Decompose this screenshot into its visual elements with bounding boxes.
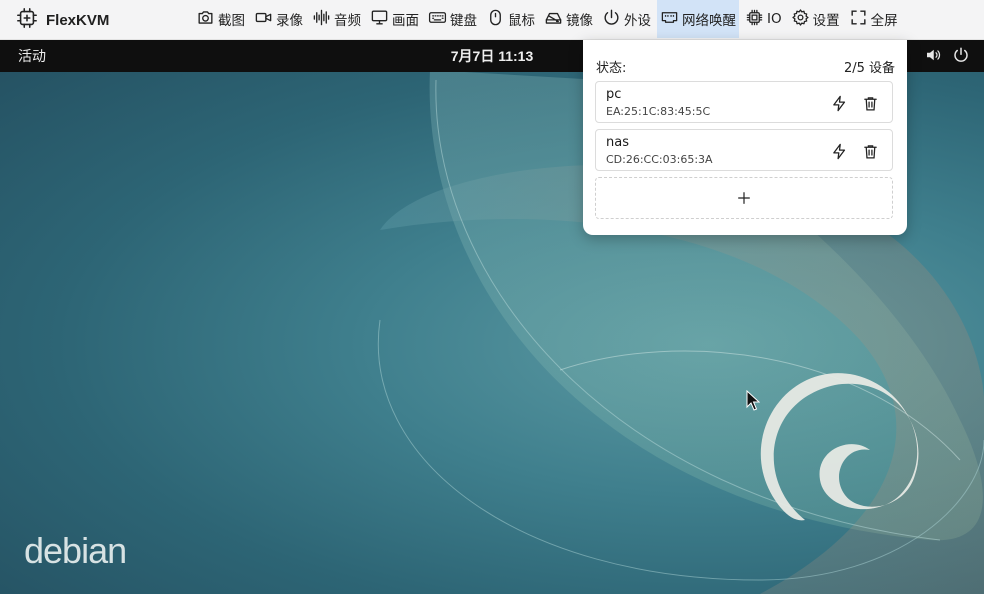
menu-record[interactable]: 录像: [251, 0, 306, 38]
keyboard-icon: [428, 8, 450, 31]
delete-button[interactable]: [860, 93, 880, 113]
menu-fullscreen[interactable]: 全屏: [846, 0, 901, 38]
device-mac: CD:26:CC:03:65:3A: [606, 153, 713, 166]
disk-drive-icon: [544, 8, 566, 31]
menu-label: 网络唤醒: [682, 13, 736, 29]
mouse-icon: [486, 8, 508, 31]
add-device-button[interactable]: [595, 177, 893, 219]
menu-label: 外设: [624, 13, 651, 29]
menu-settings[interactable]: 设置: [788, 0, 843, 38]
debian-logo-text: debian: [24, 530, 127, 571]
menu-label: 鼠标: [508, 13, 535, 29]
volume-icon[interactable]: [914, 46, 942, 67]
menu-io[interactable]: IO: [742, 0, 785, 38]
plus-icon: [738, 192, 750, 204]
device-card: nas CD:26:CC:03:65:3A: [595, 129, 893, 171]
menu-label: 画面: [392, 13, 419, 29]
wake-button[interactable]: [829, 93, 849, 113]
menu-label: 音频: [334, 13, 361, 29]
menu-image[interactable]: 镜像: [541, 0, 596, 38]
power-menu-icon[interactable]: [942, 46, 970, 67]
device-count: 2/5 设备: [843, 61, 895, 76]
status-label: 状态:: [596, 61, 627, 76]
brand: FlexKVM: [16, 0, 109, 40]
system-tray[interactable]: [914, 40, 970, 72]
menu-keyboard[interactable]: 键盘: [425, 0, 480, 38]
app-name: FlexKVM: [46, 11, 110, 29]
monitor-icon: [370, 8, 392, 31]
trash-icon: [863, 144, 877, 159]
fullscreen-icon: [849, 8, 871, 31]
menu-label: 录像: [276, 13, 303, 29]
menu-label: IO: [767, 11, 782, 27]
power-icon: [602, 8, 624, 31]
wake-button[interactable]: [829, 141, 849, 161]
main-menu: 截图 录像 音频 画面 键盘 鼠标 镜像 外设 网络唤醒 IO 设置 全屏: [193, 0, 904, 38]
lightning-icon: [832, 95, 845, 111]
menu-peripheral[interactable]: 外设: [599, 0, 654, 38]
activities-button[interactable]: 活动: [18, 40, 46, 72]
kvm-toolbar: FlexKVM 截图 录像 音频 画面 键盘 鼠标 镜像 外设 网络唤醒 IO …: [0, 0, 984, 40]
menu-display[interactable]: 画面: [367, 0, 422, 38]
menu-label: 全屏: [870, 13, 898, 29]
network-port-icon: [660, 8, 682, 31]
menu-mouse[interactable]: 鼠标: [483, 0, 538, 38]
device-name: nas: [606, 135, 629, 150]
menu-label: 截图: [218, 13, 245, 29]
menu-label: 镜像: [566, 13, 593, 29]
gear-icon: [791, 8, 813, 31]
chip-icon: [745, 8, 767, 31]
lightning-icon: [832, 143, 845, 159]
camera-icon: [196, 8, 218, 31]
menu-wake-on-lan[interactable]: 网络唤醒: [657, 0, 739, 38]
menu-screenshot[interactable]: 截图: [193, 0, 248, 38]
status-row: 状态: 2/5 设备: [596, 57, 895, 76]
mouse-cursor-icon: [746, 390, 760, 411]
menu-label: 设置: [812, 13, 840, 29]
video-icon: [254, 8, 276, 31]
wake-on-lan-panel: 状态: 2/5 设备 pc EA:25:1C:83:45:5C nas CD:2…: [583, 40, 907, 235]
trash-icon: [863, 96, 877, 111]
device-card: pc EA:25:1C:83:45:5C: [595, 81, 893, 123]
menu-label: 键盘: [450, 13, 477, 29]
chip-logo-icon: [16, 7, 38, 33]
device-mac: EA:25:1C:83:45:5C: [606, 105, 711, 118]
audio-wave-icon: [312, 8, 334, 31]
menu-audio[interactable]: 音频: [309, 0, 364, 38]
delete-button[interactable]: [860, 141, 880, 161]
device-name: pc: [606, 87, 622, 102]
